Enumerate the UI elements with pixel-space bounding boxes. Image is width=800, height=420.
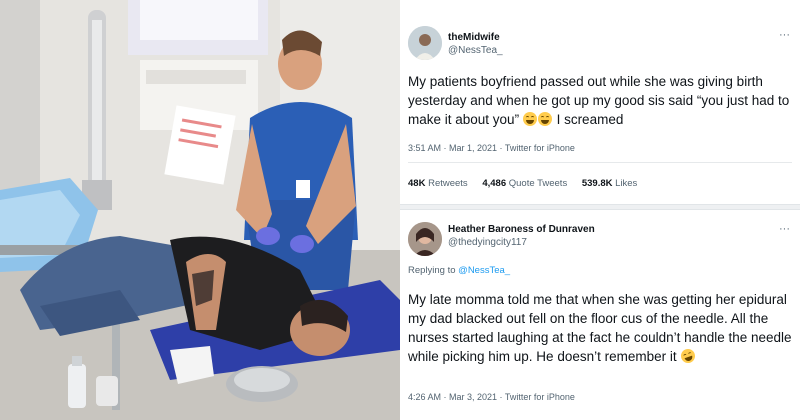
likes-stat[interactable]: 539.8K Likes xyxy=(582,178,637,189)
avatar-image-icon xyxy=(408,222,442,256)
replying-to: Replying to @NessTea_ xyxy=(408,265,510,276)
tweet-text-part: I screamed xyxy=(552,112,624,127)
divider xyxy=(408,162,792,163)
author-handle[interactable]: @thedyingcity117 xyxy=(448,237,527,248)
more-icon[interactable]: ··· xyxy=(779,30,790,41)
laughing-tears-emoji-icon xyxy=(538,112,553,126)
quote-tweets-label: Quote Tweets xyxy=(508,178,568,189)
laughing-tears-emoji-icon xyxy=(523,112,538,126)
hospital-photo xyxy=(0,0,400,420)
tweet-timestamp[interactable]: 3:51 AM · Mar 1, 2021 · Twitter for iPho… xyxy=(408,143,575,153)
avatar-image-icon xyxy=(408,26,442,60)
retweets-label: Retweets xyxy=(428,178,468,189)
quote-tweets-count: 4,486 xyxy=(482,178,507,189)
photo-illustration xyxy=(0,0,400,420)
tweet-text: My patients boyfriend passed out while s… xyxy=(408,72,796,129)
replying-to-link[interactable]: @NessTea_ xyxy=(458,265,510,276)
rolling-laughing-emoji-icon xyxy=(678,347,697,365)
replying-to-prefix: Replying to xyxy=(408,265,459,276)
retweets-stat[interactable]: 48K Retweets xyxy=(408,178,468,189)
likes-count: 539.8K xyxy=(581,178,613,189)
tweet-card[interactable]: theMidwife @NessTea_ ··· My patients boy… xyxy=(400,0,800,204)
author-name[interactable]: theMidwife xyxy=(448,32,500,43)
tweet-timestamp[interactable]: 4:26 AM · Mar 3, 2021 · Twitter for iPho… xyxy=(408,392,575,402)
more-icon[interactable]: ··· xyxy=(779,224,790,235)
author-handle[interactable]: @NessTea_ xyxy=(448,45,503,56)
likes-label: Likes xyxy=(615,178,638,189)
retweets-count: 48K xyxy=(408,178,426,189)
quote-tweets-stat[interactable]: 4,486 Quote Tweets xyxy=(482,178,567,189)
tweet-text: My late momma told me that when she was … xyxy=(408,290,796,366)
tweet-text-part: My late momma told me that when she was … xyxy=(408,292,792,364)
avatar[interactable] xyxy=(408,26,442,60)
tweet-stats: 48K Retweets 4,486 Quote Tweets 539.8K L… xyxy=(408,178,649,189)
tweet-feed: theMidwife @NessTea_ ··· My patients boy… xyxy=(400,0,800,420)
tweet-card[interactable]: Heather Baroness of Dunraven @thedyingci… xyxy=(400,210,800,420)
avatar[interactable] xyxy=(408,222,442,256)
author-name[interactable]: Heather Baroness of Dunraven xyxy=(448,224,595,235)
